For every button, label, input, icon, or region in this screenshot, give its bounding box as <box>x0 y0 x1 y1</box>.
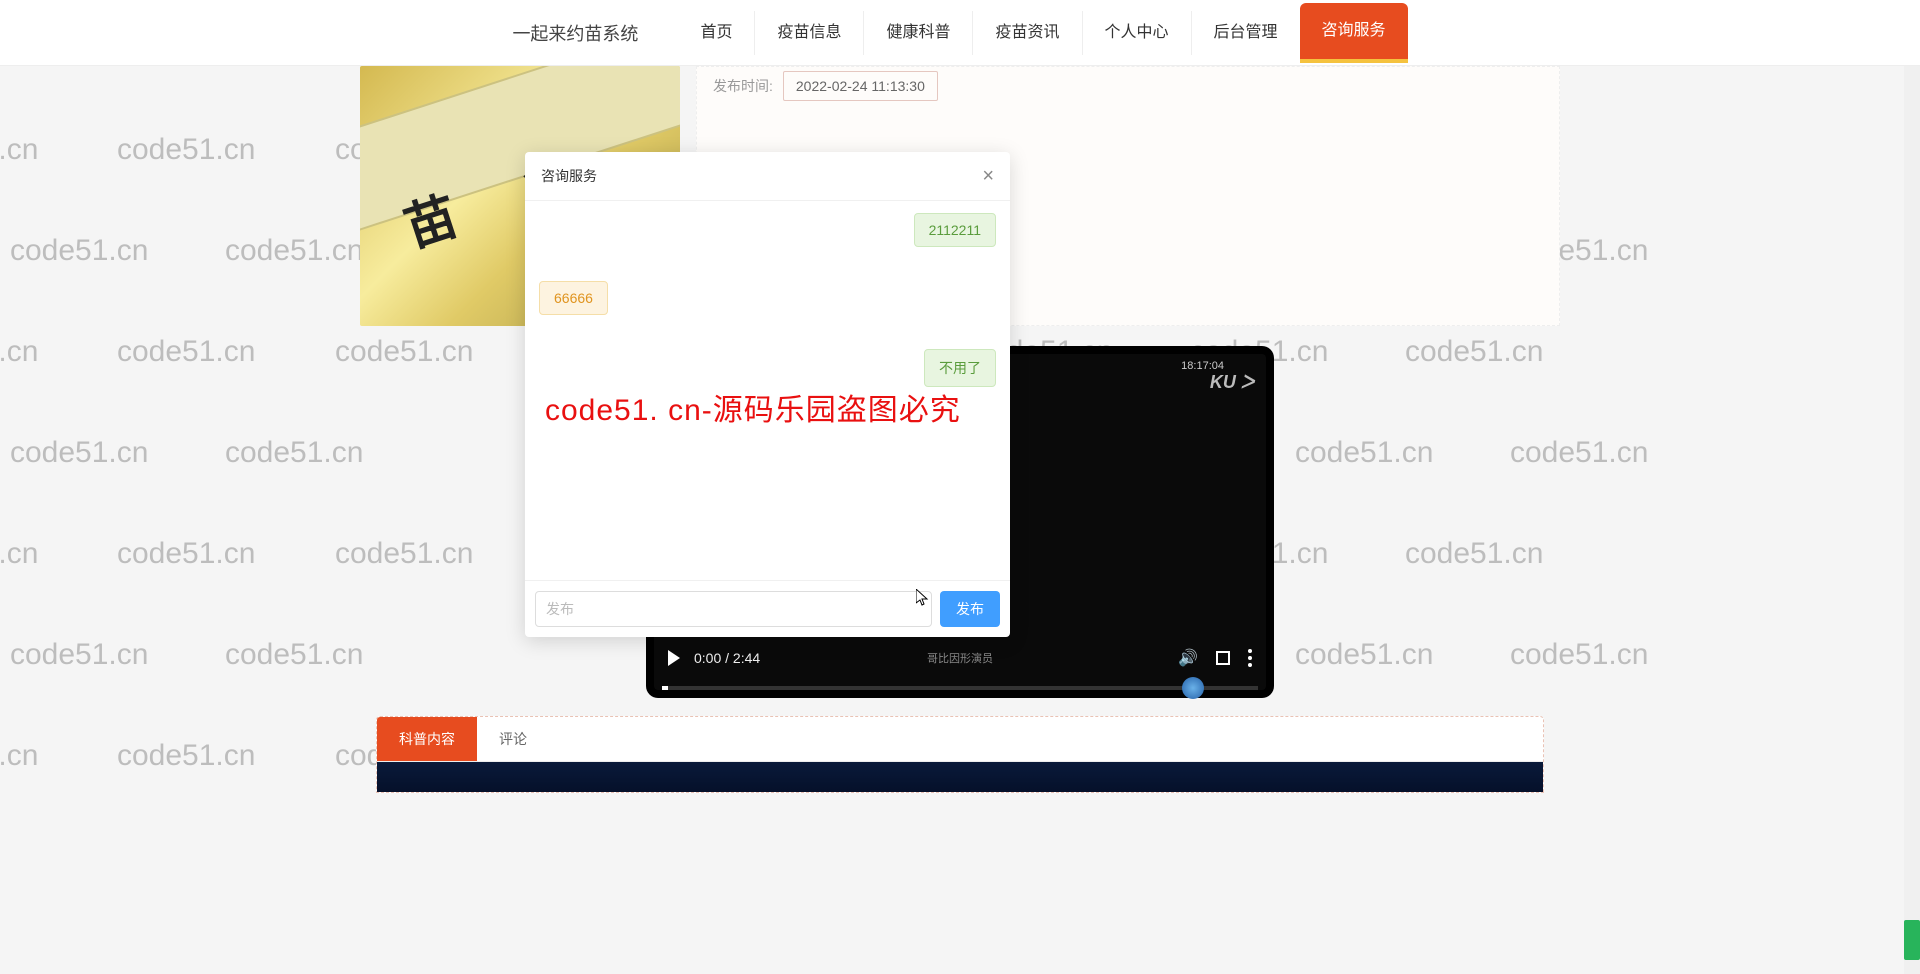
top-navigation: 一起来约苗系统 首页 疫苗信息 健康科普 疫苗资讯 个人中心 后台管理 咨询服务 <box>0 0 1920 66</box>
close-icon[interactable]: × <box>982 166 994 186</box>
video-time-display: 0:00 / 2:44 <box>694 650 760 666</box>
chat-input[interactable] <box>535 591 932 627</box>
send-button[interactable]: 发布 <box>940 591 1000 627</box>
nav-profile[interactable]: 个人中心 <box>1082 11 1191 55</box>
dialog-title: 咨询服务 <box>541 166 597 186</box>
volume-icon[interactable]: 🔊 <box>1178 648 1198 668</box>
publish-time-label: 发布时间: <box>713 76 773 96</box>
nav-home[interactable]: 首页 <box>678 11 754 55</box>
more-icon[interactable] <box>1248 649 1252 667</box>
tabs-panel: 科普内容 评论 <box>376 716 1544 793</box>
nav-consult[interactable]: 咨询服务 <box>1300 3 1408 63</box>
video-clock: 18:17:04 <box>1181 360 1224 372</box>
nav-health[interactable]: 健康科普 <box>863 11 972 55</box>
video-caption: 哥比因形演员 <box>927 650 993 666</box>
tab-comments[interactable]: 评论 <box>477 717 549 761</box>
video-progress[interactable] <box>662 686 1258 690</box>
video-brand: KU ᐳ <box>1210 372 1254 393</box>
brand-title: 一起来约苗系统 <box>512 20 638 46</box>
play-icon[interactable] <box>668 650 680 666</box>
tab-content[interactable]: 科普内容 <box>377 717 477 761</box>
nav-admin[interactable]: 后台管理 <box>1191 11 1300 55</box>
page-scrollbar[interactable] <box>1904 0 1920 974</box>
publish-time-value: 2022-02-24 11:13:30 <box>783 71 938 101</box>
tab-body <box>377 762 1543 792</box>
chat-message: 2112211 <box>914 213 996 247</box>
volume-knob[interactable] <box>1182 677 1204 699</box>
nav-vaccine-info[interactable]: 疫苗信息 <box>754 11 863 55</box>
red-watermark: code51. cn-源码乐园盗图必究 <box>545 385 961 429</box>
nav-news[interactable]: 疫苗资讯 <box>972 11 1081 55</box>
chat-message: 不用了 <box>924 349 996 387</box>
chat-message: 66666 <box>539 281 608 315</box>
fullscreen-icon[interactable] <box>1216 651 1230 665</box>
scroll-corner <box>1904 920 1920 960</box>
